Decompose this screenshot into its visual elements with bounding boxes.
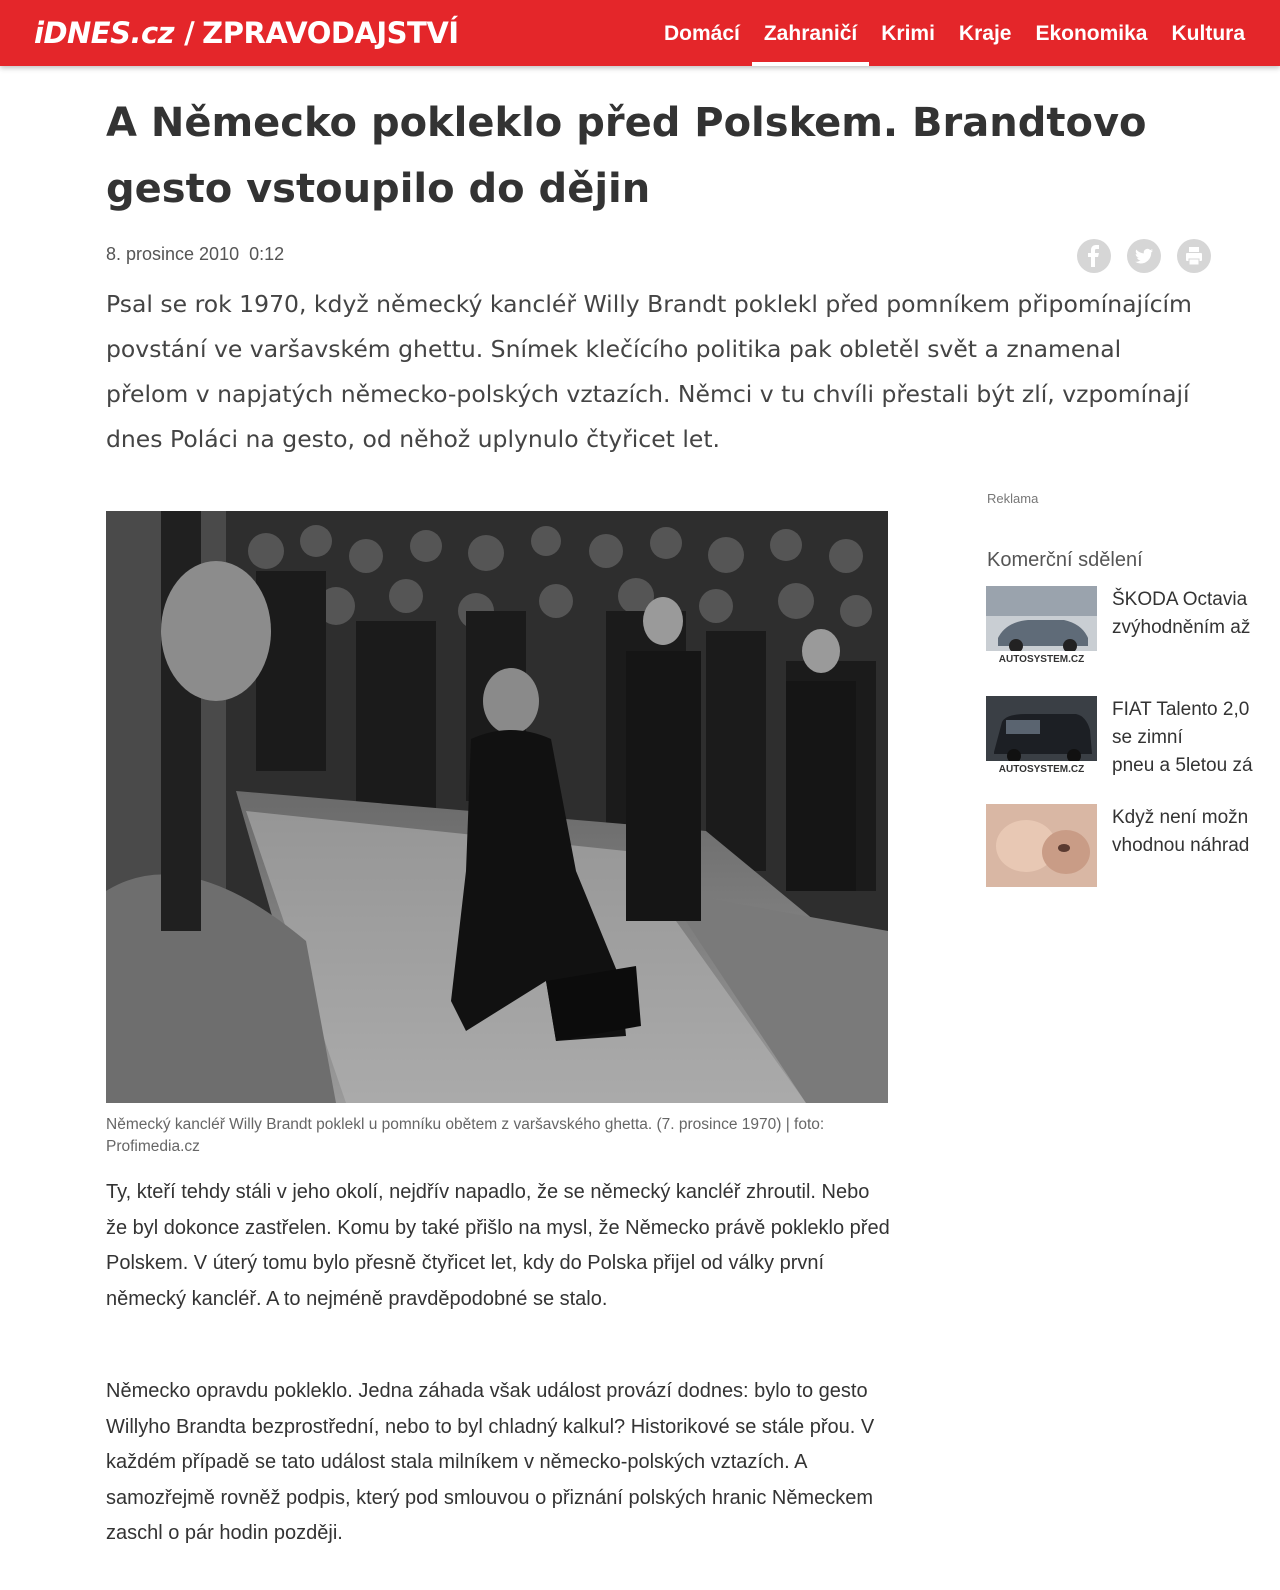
kneeling-chancellor-photo xyxy=(106,511,888,1103)
article-photo[interactable] xyxy=(106,511,888,1103)
facebook-icon[interactable] xyxy=(1077,239,1111,273)
logo-brand: iDNES.cz xyxy=(34,16,175,50)
ad-text: FIAT Talento 2,0 se zimní pneu a 5letou … xyxy=(1112,699,1253,776)
ad-thumbnail-label: AUTOSYSTEM.CZ xyxy=(986,651,1097,669)
ad-thumbnail-label: AUTOSYSTEM.CZ xyxy=(986,761,1097,779)
nav-item-domaci[interactable]: Domácí xyxy=(652,0,752,66)
ad-thumbnail: AUTOSYSTEM.CZ xyxy=(986,696,1097,779)
ad-label: Reklama xyxy=(987,491,1039,506)
commercial-title: Komerční sdělení xyxy=(987,549,1143,571)
logo-section: ZPRAVODAJSTVÍ xyxy=(202,16,459,50)
nav-item-kraje[interactable]: Kraje xyxy=(947,0,1024,66)
article-paragraph: Německo opravdu pokleklo. Jedna záhada v… xyxy=(106,1380,875,1544)
ad-text: Když není možn vhodnou náhrad xyxy=(1112,807,1250,856)
commercial-item[interactable]: AUTOSYSTEM.CZ ŠKODA Octavia zvýhodněním … xyxy=(986,586,1280,676)
print-icon[interactable] xyxy=(1177,239,1211,273)
article-perex: Psal se rok 1970, když německý kancléř W… xyxy=(106,290,1192,453)
nav-item-kultura[interactable]: Kultura xyxy=(1160,0,1258,66)
logo-separator: / xyxy=(184,16,195,50)
photo-caption: Německý kancléř Willy Brandt poklekl u p… xyxy=(106,1116,825,1155)
share-buttons xyxy=(1077,239,1211,273)
article-title: A Německo pokleklo před Polskem. Brandto… xyxy=(106,100,1147,212)
ad-thumbnail: AUTOSYSTEM.CZ xyxy=(986,586,1097,669)
ad-thumbnail xyxy=(986,804,1097,887)
article-date: 8. prosince 2010 0:12 xyxy=(106,244,285,264)
site-logo[interactable]: iDNES.cz / ZPRAVODAJSTVÍ xyxy=(34,13,459,53)
main-nav: Domácí Zahraničí Krimi Kraje Ekonomika K… xyxy=(652,0,1257,66)
ad-text: ŠKODA Octavia zvýhodněním až xyxy=(1112,589,1251,638)
commercial-item[interactable]: AUTOSYSTEM.CZ FIAT Talento 2,0 se zimní … xyxy=(986,696,1280,786)
twitter-icon[interactable] xyxy=(1127,239,1161,273)
nav-item-zahranici[interactable]: Zahraničí xyxy=(751,0,870,66)
nav-item-ekonomika[interactable]: Ekonomika xyxy=(1023,0,1159,66)
nav-item-krimi[interactable]: Krimi xyxy=(869,0,947,66)
commercial-item[interactable]: Když není možn vhodnou náhrad xyxy=(986,804,1280,894)
article-paragraph: Ty, kteří tehdy stáli v jeho okolí, nejd… xyxy=(106,1181,890,1310)
top-navigation-bar: iDNES.cz / ZPRAVODAJSTVÍ Domácí Zahraničí … xyxy=(0,0,1280,66)
